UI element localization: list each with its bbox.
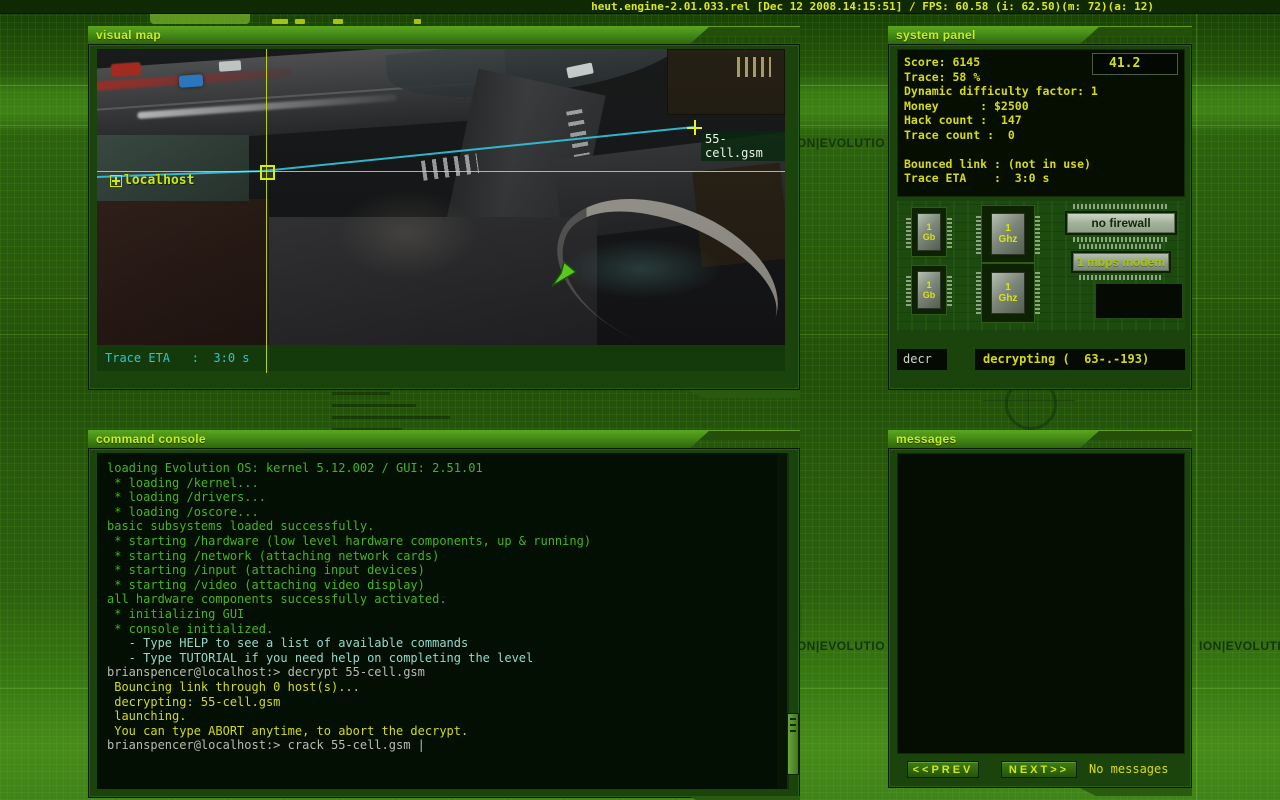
system-stat-line: Hack count : 147 — [904, 113, 1022, 127]
messages-status: No messages — [1089, 762, 1169, 776]
bg-faint-text — [332, 404, 416, 407]
bg-watermark: ION|EVOLUTIO — [793, 639, 886, 653]
memory-chip: 1 Gb — [906, 265, 952, 315]
command-console-panel: command console loading Evolution OS: ke… — [88, 430, 800, 800]
localhost-node-icon — [110, 175, 122, 187]
console-line: * initializing GUI — [107, 606, 245, 621]
system-stat-line: Dynamic difficulty factor: 1 — [904, 84, 1098, 98]
console-line: You can type ABORT anytime, to abort the… — [107, 723, 469, 738]
console-line: Bouncing link through 0 host(s)... — [107, 679, 360, 694]
messages-list — [897, 453, 1185, 754]
console-output[interactable]: loading Evolution OS: kernel 5.12.002 / … — [97, 453, 787, 789]
decrypt-status-box: decrypting ( 63-.-193) — [975, 349, 1185, 370]
bg-logo-fragment — [333, 19, 343, 24]
console-line: launching. — [107, 709, 187, 724]
panel-corner-tab — [688, 796, 800, 800]
console-line: * loading /oscore... — [107, 504, 259, 519]
crosshair-vertical — [266, 49, 267, 373]
prev-message-button[interactable]: <<PREV — [907, 761, 979, 778]
console-line: basic subsystems loaded successfully. — [107, 519, 375, 534]
messages-header: messages — [888, 430, 1100, 448]
system-stat-line: Money : $2500 — [904, 98, 1029, 113]
target-host-label: 55-cell.gsm — [701, 131, 785, 161]
console-line: loading Evolution OS: kernel 5.12.002 / … — [107, 461, 483, 475]
target-plus-marker — [687, 120, 702, 135]
console-line: - Type HELP to see a list of available c… — [107, 636, 469, 651]
system-stat-line: Trace: 58 % — [904, 69, 981, 84]
game-screen: ION|EVOLUTIO ION|EVOLUTIO ION|EVOLUTIO h… — [0, 0, 1280, 800]
command-console-body: loading Evolution OS: kernel 5.12.002 / … — [88, 448, 800, 798]
bg-watermark: ION|EVOLUTIO — [1199, 639, 1280, 653]
cursor-arrow-icon — [549, 259, 579, 294]
console-line: * console initialized. — [107, 621, 274, 636]
console-line: * loading /drivers... — [107, 490, 266, 505]
console-line: * starting /hardware (low level hardware… — [107, 533, 592, 548]
bg-faint-text — [332, 392, 390, 395]
engine-status-text: heut.engine-2.01.033.rel [Dec 12 2008.14… — [591, 0, 1154, 13]
console-line: * starting /video (attaching video displ… — [107, 577, 425, 592]
console-line: - Type TUTORIAL if you need help on comp… — [107, 650, 534, 665]
system-stat-line — [904, 142, 1098, 157]
memory-chip-label: 1 Gb — [917, 271, 941, 309]
system-stat-line: Trace ETA : 3:0 s — [904, 171, 1050, 185]
system-stats: Score: 6145 Trace: 58 % Dynamic difficulty… — [904, 55, 1098, 186]
title-bar: heut.engine-2.01.033.rel [Dec 12 2008.14… — [0, 0, 1280, 14]
visual-map-panel: visual map 55-cell.gsm localhost Trace E… — [88, 26, 800, 398]
system-panel-header: system panel — [888, 26, 1100, 44]
console-line: * loading /kernel... — [107, 475, 259, 490]
panel-corner-tab — [688, 390, 800, 398]
bg-target-cross — [983, 400, 1075, 401]
panel-corner-tab — [1080, 788, 1192, 796]
bounced-link-line — [97, 126, 695, 178]
bg-grid-major-line — [1196, 14, 1197, 800]
bg-logo-fragment — [272, 19, 288, 24]
next-message-button[interactable]: NEXT>> — [1001, 761, 1077, 778]
console-line: brianspencer@localhost:> crack 55-cell.g… — [107, 738, 425, 753]
crosshair-horizontal — [97, 171, 785, 172]
bg-faint-text — [332, 416, 450, 419]
system-panel: system panel Score: 6145 Trace: 58 % Dynam… — [888, 26, 1192, 390]
system-panel-body: Score: 6145 Trace: 58 % Dynamic difficulty… — [888, 44, 1192, 390]
console-line: all hardware components successfully act… — [107, 592, 447, 607]
bg-logo-fragment — [414, 19, 421, 24]
cpu-chip-label: 1 Ghz — [991, 213, 1025, 255]
console-scrollbar-thumb[interactable] — [787, 713, 799, 775]
system-stat-line: Bounced link : (not in use) — [904, 156, 1091, 171]
crosshair-intersection-box — [260, 165, 275, 180]
map-photo: 55-cell.gsm localhost — [97, 49, 785, 345]
firewall-status: no firewall — [1065, 204, 1177, 242]
messages-body: <<PREV NEXT>> No messages — [888, 448, 1192, 788]
visual-map-body: 55-cell.gsm localhost Trace ETA : 3:0 s — [88, 44, 800, 390]
system-stats-box: Score: 6145 Trace: 58 % Dynamic difficulty… — [897, 49, 1185, 197]
cpu-chip-label: 1 Ghz — [991, 272, 1025, 314]
console-line: * starting /network (attaching network c… — [107, 548, 440, 563]
system-stat-line: Score: 6145 — [904, 55, 981, 69]
system-stat-line: Trace count : 0 — [904, 127, 1015, 142]
console-line: decrypting: 55-cell.gsm — [107, 694, 281, 709]
messages-panel: messages <<PREV NEXT>> No messages — [888, 430, 1192, 796]
modem-status: 1 mbps modem — [1071, 244, 1171, 280]
bg-watermark: ION|EVOLUTIO — [793, 136, 886, 150]
hardware-area: 1 Gb 1 Ghz 1 Gb 1 Ghz no firewall 1 mbps… — [897, 201, 1185, 331]
hardware-empty-slot — [1095, 283, 1183, 319]
decrypt-command-box: decr — [897, 349, 947, 370]
bg-logo-fragment — [295, 19, 305, 24]
memory-chip: 1 Gb — [906, 207, 952, 257]
cpu-chip: 1 Ghz — [976, 263, 1040, 323]
localhost-label: localhost — [124, 173, 195, 188]
command-console-header: command console — [88, 430, 710, 448]
console-line: brianspencer@localhost:> decrypt 55-cell… — [107, 665, 425, 680]
console-line: * starting /input (attaching input devic… — [107, 563, 425, 578]
memory-chip-label: 1 Gb — [917, 213, 941, 251]
cpu-chip: 1 Ghz — [976, 205, 1040, 263]
gauge-readout: 41.2 — [1092, 53, 1178, 75]
map-trace-eta: Trace ETA : 3:0 s — [97, 345, 785, 371]
visual-map-header: visual map — [88, 26, 710, 44]
